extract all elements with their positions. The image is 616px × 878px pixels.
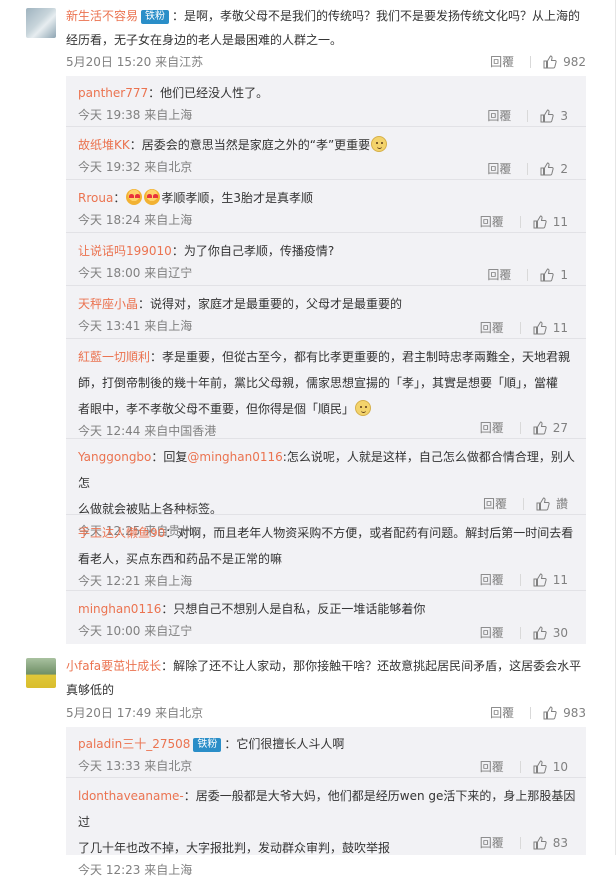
like-button[interactable]: 1 <box>540 268 568 282</box>
thumbs-up-icon <box>533 759 547 773</box>
reply-meta: 今天 12:23 来自上海 <box>78 863 193 877</box>
like-count: 27 <box>552 420 568 435</box>
reply-list: paladin三十_27508 铁粉 ：它们很擅长人斗人啊 今天 13:33 来自北… <box>66 727 586 877</box>
reply-button[interactable]: 回覆 <box>487 266 511 283</box>
thumbs-up-icon <box>533 572 547 586</box>
thumbs-up-icon <box>533 420 547 434</box>
reply-button[interactable]: 回覆 <box>480 834 504 851</box>
like-count: 10 <box>552 759 568 774</box>
thumbs-up-icon <box>540 108 555 122</box>
mention-link[interactable]: @minghan0116 <box>187 450 282 464</box>
reply-item: ldonthaveaname-：居委一般都是大爷大妈，他们都是经历wen ge活… <box>78 783 578 878</box>
cute-face-emoji <box>371 136 388 152</box>
reply-button[interactable]: 回覆 <box>480 624 504 641</box>
reply-button[interactable]: 回覆 <box>487 160 511 177</box>
username-link[interactable]: 天秤座小晶 <box>78 297 138 311</box>
like-count: 11 <box>552 320 568 335</box>
like-count: 讚 <box>555 497 568 511</box>
username-link[interactable]: panther777 <box>78 86 148 100</box>
comment-meta: 5月20日 17:49 来自北京 <box>66 706 204 720</box>
reply-button[interactable]: 回覆 <box>480 319 504 336</box>
like-count: 83 <box>552 835 568 850</box>
reply-button[interactable]: 回覆 <box>480 213 504 230</box>
username-link[interactable]: 手工达人懒鱼90 <box>78 526 165 540</box>
username-link[interactable]: 让说话吗199010 <box>78 244 172 258</box>
like-count: 982 <box>563 54 586 69</box>
thumbs-up-icon <box>533 320 547 334</box>
like-count: 3 <box>560 108 568 123</box>
thumbs-up-icon <box>533 835 547 849</box>
like-count: 30 <box>552 625 568 640</box>
heart-eyes-emoji <box>144 189 161 205</box>
like-button[interactable]: 10 <box>533 760 568 774</box>
reply-button[interactable]: 回覆 <box>490 704 514 721</box>
reply-list: panther777：他们已经没人性了。 今天 19:38 来自上海 回覆 3 … <box>66 76 586 644</box>
like-button[interactable]: 11 <box>533 321 568 335</box>
like-count: 983 <box>563 705 586 720</box>
cute-face-emoji <box>355 400 372 416</box>
username-link[interactable]: 小fafa要茁壮成长 <box>66 659 161 673</box>
thumbs-up-icon <box>540 161 555 175</box>
username-link[interactable]: 新生活不容易 <box>66 9 138 23</box>
like-button[interactable]: 讚 <box>536 495 568 512</box>
reply-button[interactable]: 回覆 <box>490 53 514 70</box>
like-count: 2 <box>560 161 568 176</box>
username-link[interactable]: ldonthaveaname- <box>78 789 184 803</box>
like-button[interactable]: 27 <box>533 421 568 435</box>
heart-eyes-emoji <box>126 189 143 205</box>
reply-button[interactable]: 回覆 <box>483 495 507 512</box>
like-button[interactable]: 2 <box>540 162 568 176</box>
comment-meta: 5月20日 15:20 来自江苏 <box>66 55 204 69</box>
like-count: 1 <box>560 267 568 282</box>
fan-badge: 铁粉 <box>193 738 222 752</box>
username-link[interactable]: minghan0116 <box>78 602 161 616</box>
thumbs-up-icon <box>540 267 555 281</box>
username-link[interactable]: Yanggongbo <box>78 450 151 464</box>
thumbs-up-icon <box>543 54 557 68</box>
like-button[interactable]: 3 <box>540 109 568 123</box>
thumbs-up-icon <box>533 625 547 639</box>
thumbs-up-icon <box>533 214 547 228</box>
like-button[interactable]: 30 <box>533 626 568 640</box>
comment-text: 新生活不容易 铁粉 ：是啊，孝敬父母不是我们的传统吗？我们不是要发扬传统文化吗？从上… <box>66 9 581 47</box>
like-button[interactable]: 11 <box>533 573 568 587</box>
thumbs-up-icon <box>543 705 557 719</box>
avatar[interactable] <box>26 658 56 688</box>
avatar[interactable] <box>26 8 56 38</box>
thumbs-up-icon <box>536 496 550 510</box>
fan-badge: 铁粉 <box>141 10 170 24</box>
username-link[interactable]: 故纸堆KK <box>78 138 130 152</box>
reply-button[interactable]: 回覆 <box>480 571 504 588</box>
like-button[interactable]: 83 <box>533 836 568 850</box>
username-link[interactable]: 紅藍一切順利 <box>78 350 150 364</box>
reply-button[interactable]: 回覆 <box>487 107 511 124</box>
comment-text: 小fafa要茁壮成长：解除了还不让人家动，那你接触干啥？还故意挑起居民间矛盾，这… <box>66 659 582 697</box>
reply-button[interactable]: 回覆 <box>480 758 504 775</box>
username-link[interactable]: paladin三十_27508 <box>78 737 190 751</box>
like-count: 11 <box>552 214 568 229</box>
like-count: 11 <box>552 572 568 587</box>
like-button[interactable]: 982 <box>543 55 586 69</box>
like-button[interactable]: 11 <box>533 215 568 229</box>
username-link[interactable]: Rroua <box>78 191 113 205</box>
like-button[interactable]: 983 <box>543 706 586 720</box>
reply-button[interactable]: 回覆 <box>480 419 504 436</box>
